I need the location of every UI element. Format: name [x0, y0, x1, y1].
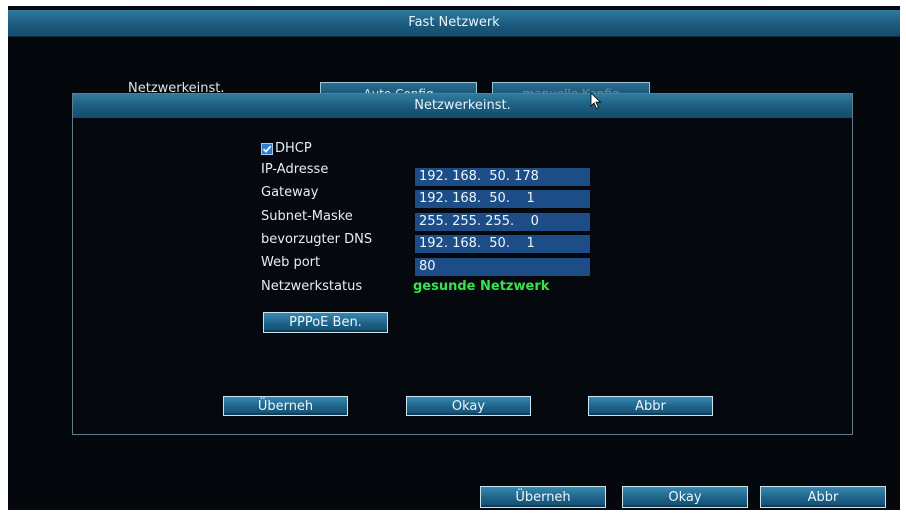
network-settings-dialog: Netzwerkeinst. DHCP IP-Adresse 192. 168.…	[72, 93, 853, 435]
mouse-cursor-icon	[590, 92, 602, 110]
dialog-cancel-button[interactable]: Abbr	[588, 396, 713, 416]
preferred-dns-label: bevorzugter DNS	[261, 232, 373, 247]
subnet-mask-field[interactable]: 255. 255. 255. 0	[415, 213, 590, 231]
dialog-apply-button[interactable]: Überneh	[223, 396, 348, 416]
gateway-field[interactable]: 192. 168. 50. 1	[415, 190, 590, 208]
ip-address-label: IP-Adresse	[261, 162, 329, 177]
pppoe-settings-button[interactable]: PPPoE Ben.	[263, 312, 388, 333]
dhcp-label: DHCP	[275, 141, 312, 156]
gateway-label: Gateway	[261, 185, 319, 200]
network-status-label: Netzwerkstatus	[261, 279, 363, 294]
dialog-title: Netzwerkeinst.	[73, 94, 852, 118]
dvr-screen: Fast Netzwerk Netzwerkeinst. Auto Config…	[8, 6, 900, 510]
web-port-field[interactable]: 80	[415, 258, 590, 276]
footer-ok-button[interactable]: Okay	[622, 486, 748, 508]
footer-apply-button[interactable]: Überneh	[480, 486, 606, 508]
check-icon	[262, 145, 272, 153]
dialog-ok-button[interactable]: Okay	[406, 396, 531, 416]
window-title: Fast Netzwerk	[8, 10, 900, 37]
dhcp-option[interactable]: DHCP	[261, 141, 312, 156]
footer-cancel-button[interactable]: Abbr	[760, 486, 886, 508]
subnet-mask-label: Subnet-Maske	[261, 209, 353, 224]
preferred-dns-field[interactable]: 192. 168. 50. 1	[415, 235, 590, 253]
network-status-value: gesunde Netzwerk	[413, 279, 550, 294]
ip-address-field[interactable]: 192. 168. 50. 178	[415, 168, 590, 186]
dhcp-checkbox[interactable]	[261, 142, 273, 155]
web-port-label: Web port	[261, 255, 321, 270]
